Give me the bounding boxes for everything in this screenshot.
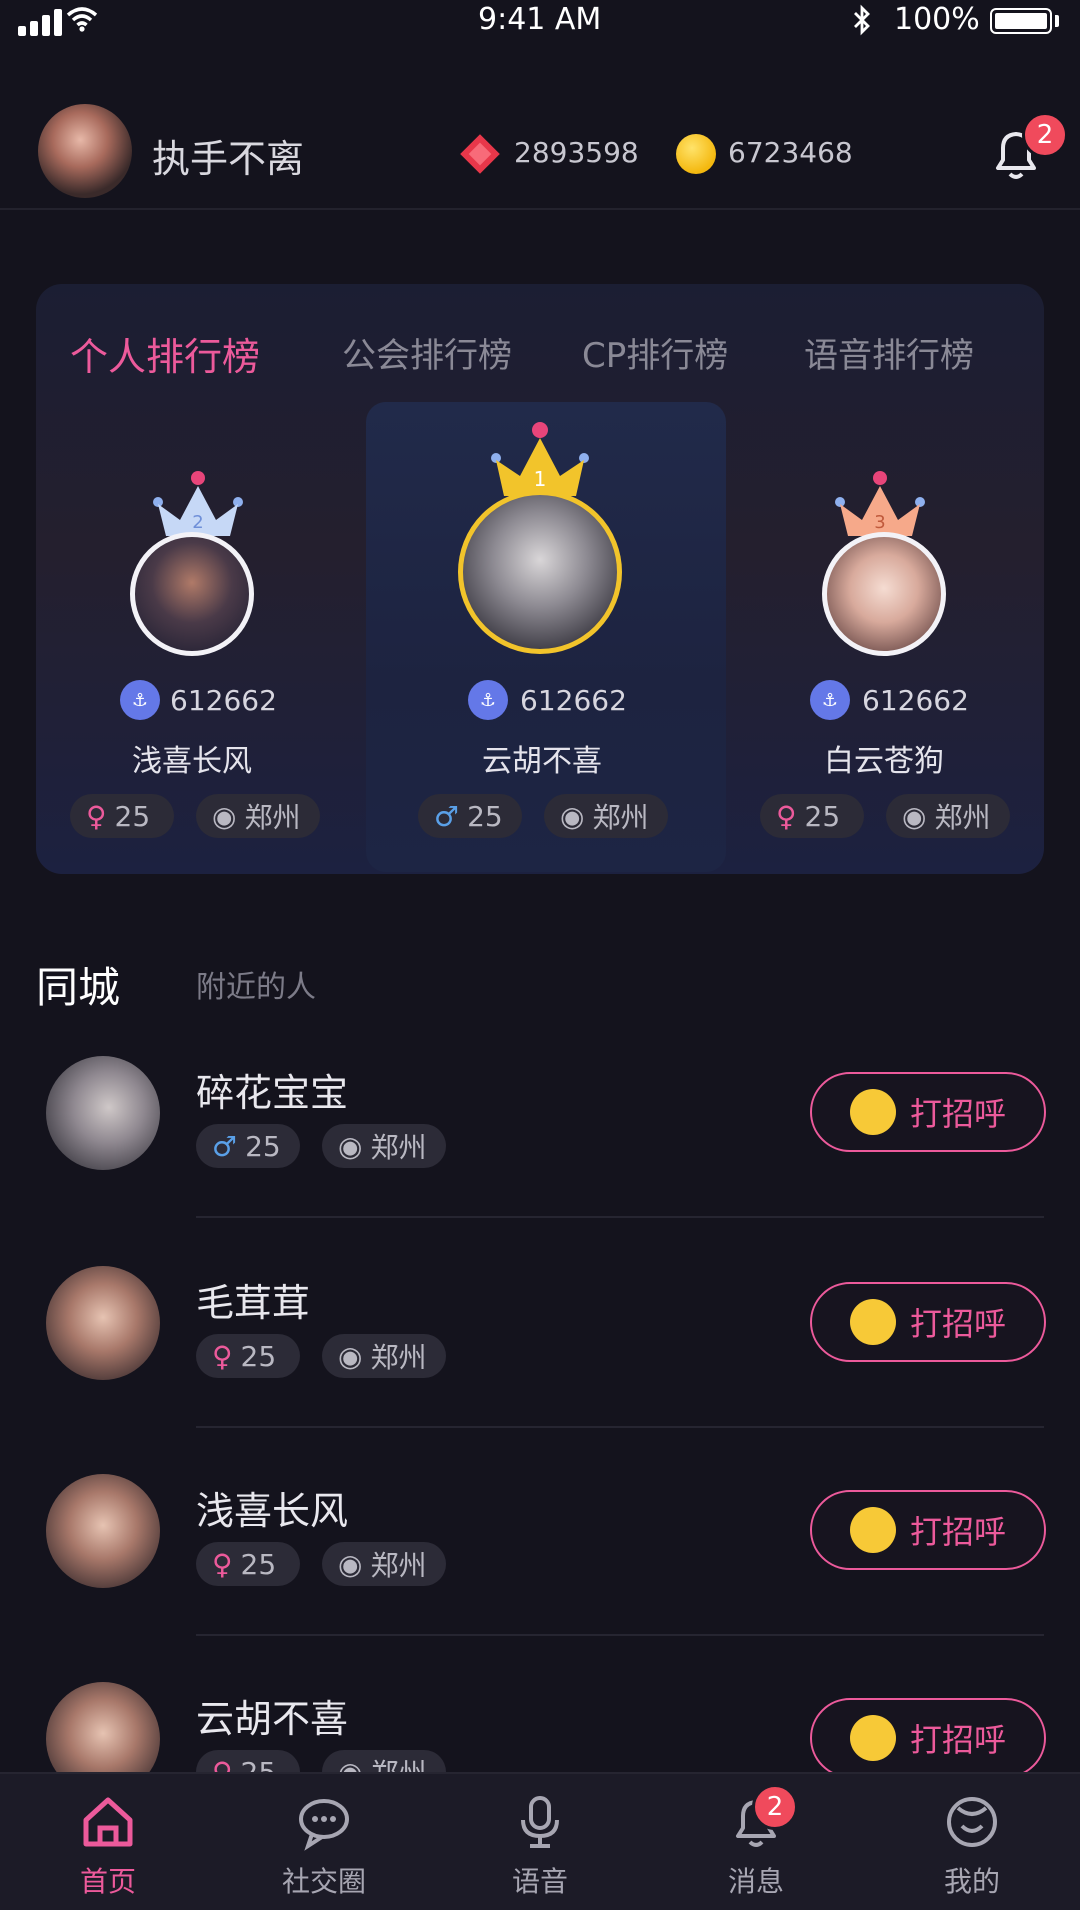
greet-button[interactable]: 打招呼	[810, 1698, 1046, 1778]
smile-icon	[849, 1715, 896, 1761]
svg-text:1: 1	[534, 467, 547, 491]
smile-icon	[849, 1089, 896, 1135]
status-time: 9:41 AM	[478, 2, 602, 37]
rank-3-avatar[interactable]	[822, 532, 946, 656]
user-avatar[interactable]	[46, 1056, 160, 1170]
female-icon: ♀	[86, 799, 107, 833]
tab-cp-ranking[interactable]: CP排行榜	[582, 328, 728, 377]
smile-icon	[849, 1299, 896, 1345]
score-medal-icon: ⚓	[468, 680, 508, 720]
header-username: 执手不离	[152, 137, 305, 181]
location-pill: ◉郑州	[544, 794, 668, 838]
section-subtitle[interactable]: 附近的人	[196, 962, 316, 1006]
rank-1-name: 云胡不喜	[482, 744, 602, 779]
location-pin-icon: ◉	[212, 799, 237, 833]
battery-icon	[990, 8, 1052, 34]
user-name: 碎花宝宝	[196, 1071, 349, 1115]
location-pin-icon: ◉	[902, 799, 927, 833]
svg-text:2: 2	[192, 512, 203, 533]
section-title: 同城	[36, 963, 121, 1012]
gold-crown-icon: 1	[491, 422, 589, 496]
silver-crown-icon: 2	[153, 471, 243, 536]
profile-face-icon	[947, 1797, 997, 1847]
tab-voice-ranking[interactable]: 语音排行榜	[804, 328, 974, 377]
ranking-card: 个人排行榜 公会排行榜 CP排行榜 语音排行榜 2 ⚓ 612662 浅喜长风 …	[36, 284, 1044, 874]
row-divider	[196, 1216, 1044, 1218]
user-avatar[interactable]	[38, 104, 132, 198]
location-pill: ◉郑州	[196, 794, 320, 838]
female-icon: ♀	[776, 799, 797, 833]
diamond-icon	[460, 134, 500, 174]
header-divider	[0, 208, 1080, 210]
location-pin-icon: ◉	[338, 1339, 363, 1373]
tab-home[interactable]: 首页	[0, 1792, 216, 1900]
rank-2-name: 浅喜长风	[132, 744, 252, 779]
location-pin-icon: ◉	[338, 1547, 363, 1581]
microphone-icon	[521, 1796, 559, 1848]
tab-personal-ranking[interactable]: 个人排行榜	[70, 326, 260, 381]
battery-percent: 100%	[894, 2, 980, 37]
smile-icon	[849, 1507, 896, 1553]
rank-3-score: 612662	[862, 684, 969, 717]
gender-age-pill: ♀25	[196, 1334, 300, 1378]
gender-age-pill: ♀25	[70, 794, 174, 838]
status-bar: 9:41 AM 100%	[0, 0, 1080, 44]
gender-age-pill: ♂ 25	[196, 1124, 300, 1168]
greet-button[interactable]: 打招呼	[810, 1282, 1046, 1362]
chat-bubble-icon	[299, 1799, 349, 1851]
user-name: 毛茸茸	[196, 1281, 311, 1325]
tab-guild-ranking[interactable]: 公会排行榜	[342, 328, 512, 377]
tab-voice[interactable]: 语音	[432, 1792, 648, 1900]
notification-badge: 2	[1022, 112, 1068, 158]
user-name: 浅喜长风	[196, 1489, 349, 1533]
gender-age-pill: ♂ 25	[418, 794, 522, 838]
user-name: 云胡不喜	[196, 1697, 349, 1741]
diamond-count: 2893598	[514, 136, 639, 169]
female-icon: ♀	[212, 1339, 233, 1373]
location-pill: ◉郑州	[322, 1542, 446, 1586]
greet-button[interactable]: 打招呼	[810, 1072, 1046, 1152]
user-avatar[interactable]	[46, 1266, 160, 1380]
user-avatar[interactable]	[46, 1474, 160, 1588]
location-pill: ◉郑州	[886, 794, 1010, 838]
wifi-icon	[66, 7, 98, 32]
coin-icon	[676, 134, 716, 174]
rank-3-name: 白云苍狗	[824, 744, 944, 779]
location-pin-icon: ◉	[338, 1129, 363, 1163]
signal-icon	[18, 8, 62, 36]
location-pill: ◉郑州	[322, 1334, 446, 1378]
home-icon	[83, 1797, 133, 1847]
tab-social[interactable]: 社交圈	[216, 1792, 432, 1900]
rank-1-avatar[interactable]	[458, 490, 622, 654]
location-pin-icon: ◉	[560, 799, 585, 833]
row-divider	[196, 1634, 1044, 1636]
score-medal-icon: ⚓	[120, 680, 160, 720]
score-medal-icon: ⚓	[810, 680, 850, 720]
bluetooth-icon	[854, 4, 870, 36]
coin-count: 6723468	[728, 136, 853, 169]
female-icon: ♀	[212, 1547, 233, 1581]
gender-age-pill: ♀25	[196, 1542, 300, 1586]
svg-text:3: 3	[874, 512, 885, 533]
rank-2-score: 612662	[170, 684, 277, 717]
male-icon: ♂	[434, 799, 460, 833]
male-icon: ♂	[212, 1129, 238, 1163]
rank-2-avatar[interactable]	[130, 532, 254, 656]
messages-badge: 2	[752, 1784, 798, 1830]
location-pill: ◉郑州	[322, 1124, 446, 1168]
tab-profile[interactable]: 我的	[864, 1792, 1080, 1900]
gender-age-pill: ♀25	[760, 794, 864, 838]
bronze-crown-icon: 3	[835, 471, 925, 536]
row-divider	[196, 1426, 1044, 1428]
greet-button[interactable]: 打招呼	[810, 1490, 1046, 1570]
rank-1-score: 612662	[520, 684, 627, 717]
bottom-tab-bar: 首页 社交圈 语音 消息 2 我的	[0, 1772, 1080, 1910]
